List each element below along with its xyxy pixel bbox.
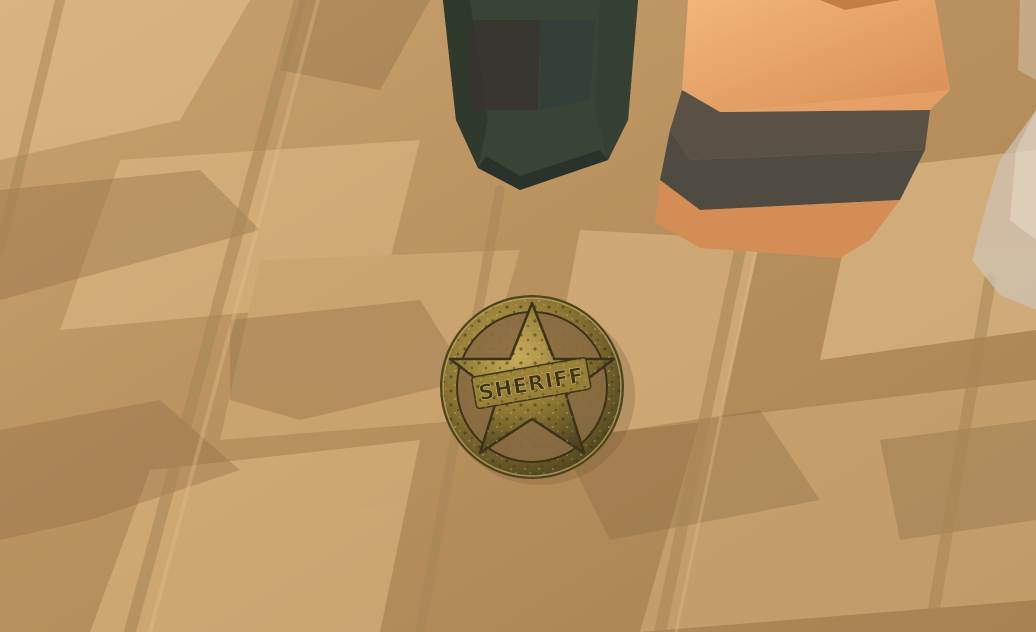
sheriff-badge[interactable]: SHERIFF (440, 295, 624, 479)
game-viewport[interactable]: SHERIFF (0, 0, 1036, 632)
scene-canvas: SHERIFF (0, 0, 1036, 632)
